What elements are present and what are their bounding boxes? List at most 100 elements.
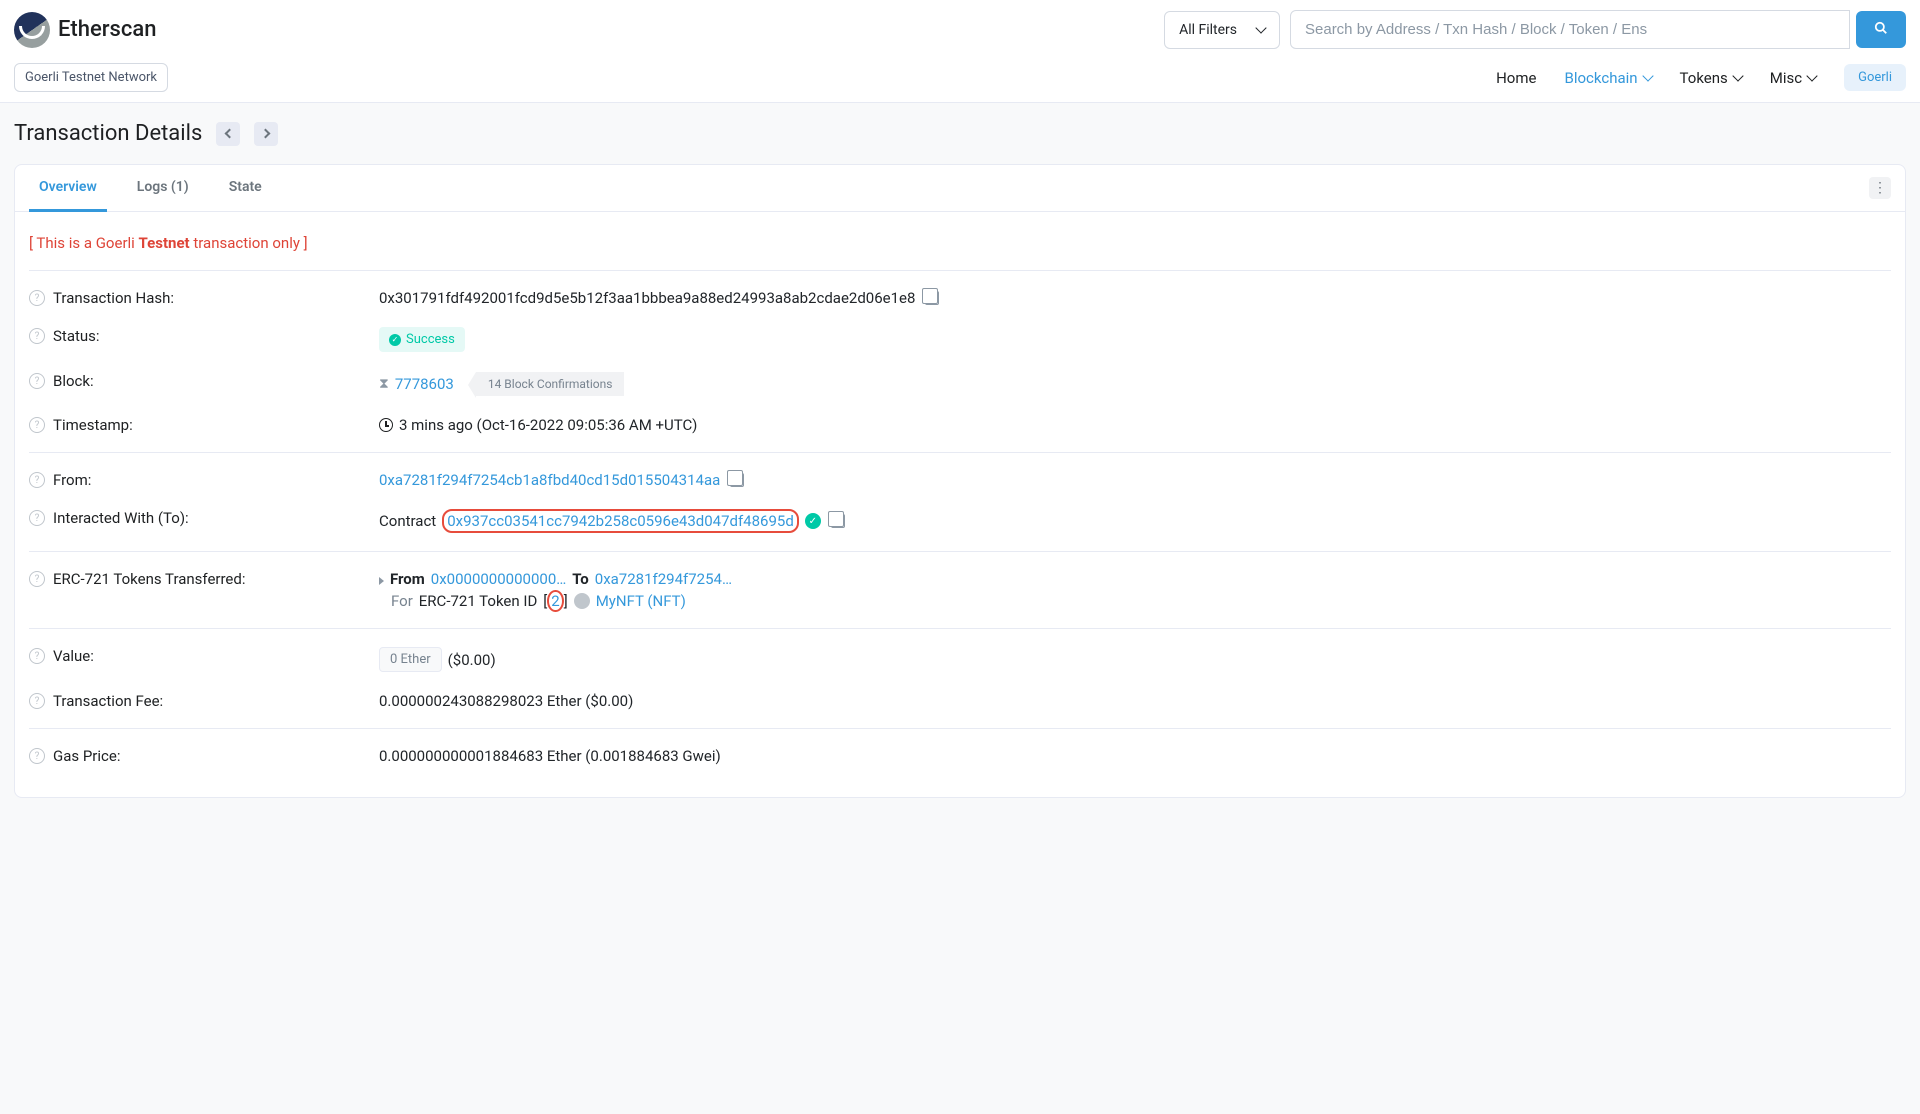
row-to: ?Interacted With (To): Contract 0x937cc0… [29,499,1891,543]
block-number-link[interactable]: 7778603 [395,375,454,393]
label-value: Value: [53,647,94,665]
status-badge: ✓ Success [379,327,465,352]
highlight-annotation: 0x937cc03541cc7942b258c0596e43d047df4869… [442,509,799,533]
confirmations-badge: 14 Block Confirmations [476,372,625,396]
transfer-block: From 0x0000000000000… To 0xa7281f294f725… [379,570,732,610]
label-gas: Gas Price: [53,747,120,765]
row-block: ? Block: ⧗ 7778603 14 Block Confirmations [29,362,1891,406]
label-status: Status: [53,327,100,345]
section-erc721: ? ERC-721 Tokens Transferred: From 0x0000… [29,551,1891,628]
transfer-to-link[interactable]: 0xa7281f294f7254… [595,570,732,588]
next-txn-button[interactable] [254,122,278,146]
clock-icon [379,418,393,432]
row-gas: ? Gas Price: 0.000000000001884683 Ether (… [29,737,1891,775]
timestamp-value: 3 mins ago (Oct-16-2022 09:05:36 AM +UTC… [399,416,697,434]
page-header: Transaction Details [0,103,1920,164]
to-label: To [572,570,589,588]
chevron-down-icon [1806,70,1817,81]
chevron-down-icon [1255,22,1266,33]
goerli-network-badge[interactable]: Goerli [1844,64,1906,91]
token-name-link[interactable]: MyNFT (NFT) [596,592,686,610]
to-address-link[interactable]: 0x937cc03541cc7942b258c0596e43d047df4869… [447,512,794,530]
help-icon[interactable]: ? [29,693,45,709]
row-erc721: ? ERC-721 Tokens Transferred: From 0x0000… [29,560,1891,620]
tab-bar: Overview Logs (1) State ⋮ [15,165,1905,212]
row-from: ? From: 0xa7281f294f7254cb1a8fbd40cd15d01… [29,461,1891,499]
testnet-notice: [ This is a Goerli Testnet transaction o… [29,226,1891,270]
help-icon[interactable]: ? [29,648,45,664]
nav-home[interactable]: Home [1496,69,1536,87]
row-value: ? Value: 0 Ether ($0.00) [29,637,1891,682]
copy-icon[interactable] [831,514,845,528]
section-fees: ? Value: 0 Ether ($0.00) ? Transaction Fee… [29,628,1891,728]
caret-right-icon [379,577,384,585]
from-label: From [390,570,425,588]
usd-value: ($0.00) [448,651,496,669]
filter-label: All Filters [1179,22,1237,38]
ether-value-badge: 0 Ether [379,647,442,672]
main-card: Overview Logs (1) State ⋮ [ This is a Go… [14,164,1906,798]
header-top-row: Etherscan All Filters [0,0,1920,59]
tab-state[interactable]: State [219,165,272,212]
search-button[interactable] [1856,11,1906,48]
row-fee: ? Transaction Fee: 0.000000243088298023 E… [29,682,1891,720]
nav-blockchain[interactable]: Blockchain [1564,69,1651,87]
section-basic: ? Transaction Hash: 0x301791fdf492001fcd9… [29,270,1891,452]
transfer-from-link[interactable]: 0x0000000000000… [431,570,567,588]
copy-icon[interactable] [925,291,939,305]
row-txhash: ? Transaction Hash: 0x301791fdf492001fcd9… [29,279,1891,317]
fee-value: 0.000000243088298023 Ether ($0.00) [379,692,633,710]
chevron-down-icon [1642,70,1653,81]
help-icon[interactable]: ? [29,417,45,433]
token-type-label: ERC-721 Token ID [419,592,538,610]
chevron-left-icon [224,129,234,139]
check-circle-icon: ✓ [389,334,401,346]
highlight-annotation: 2 [547,590,563,612]
verified-icon: ✓ [805,513,821,529]
txhash-value: 0x301791fdf492001fcd9d5e5b12f3aa1bbbea9a… [379,289,915,307]
main-nav: Home Blockchain Tokens Misc Goerli [1496,64,1906,91]
copy-icon[interactable] [730,473,744,487]
for-label: For [391,592,413,610]
token-icon [574,593,590,609]
network-badge: Goerli Testnet Network [14,63,168,92]
label-block: Block: [53,372,94,390]
brand-name: Etherscan [58,17,156,42]
section-gas: ? Gas Price: 0.000000000001884683 Ether (… [29,728,1891,783]
search-icon [1874,21,1888,35]
etherscan-logo-icon [14,12,50,48]
section-addresses: ? From: 0xa7281f294f7254cb1a8fbd40cd15d01… [29,452,1891,551]
label-timestamp: Timestamp: [53,416,133,434]
help-icon[interactable]: ? [29,328,45,344]
prev-txn-button[interactable] [216,122,240,146]
search-filter-dropdown[interactable]: All Filters [1164,11,1280,49]
nav-misc[interactable]: Misc [1770,69,1816,87]
from-address-link[interactable]: 0xa7281f294f7254cb1a8fbd40cd15d015504314… [379,471,720,489]
tab-logs[interactable]: Logs (1) [127,165,199,212]
help-icon[interactable]: ? [29,373,45,389]
label-txhash: Transaction Hash: [53,289,174,307]
label-from: From: [53,471,91,489]
card-body: [ This is a Goerli Testnet transaction o… [15,212,1905,797]
gas-value: 0.000000000001884683 Ether (0.001884683 … [379,747,721,765]
nav-tokens[interactable]: Tokens [1680,69,1742,87]
label-erc721: ERC-721 Tokens Transferred: [53,570,245,588]
tab-more-button[interactable]: ⋮ [1869,177,1891,199]
search-input[interactable] [1290,10,1850,49]
row-timestamp: ? Timestamp: 3 mins ago (Oct-16-2022 09:0… [29,406,1891,444]
header-bottom-row: Goerli Testnet Network Home Blockchain T… [0,59,1920,102]
row-status: ? Status: ✓ Success [29,317,1891,362]
token-id-link[interactable]: 2 [551,592,559,610]
help-icon[interactable]: ? [29,510,45,526]
help-icon[interactable]: ? [29,748,45,764]
label-fee: Transaction Fee: [53,692,163,710]
tab-overview[interactable]: Overview [29,165,107,212]
help-icon[interactable]: ? [29,472,45,488]
help-icon[interactable]: ? [29,571,45,587]
page-title: Transaction Details [14,121,202,146]
help-icon[interactable]: ? [29,290,45,306]
hourglass-icon: ⧗ [379,376,389,392]
contract-prefix: Contract [379,512,436,530]
brand-logo[interactable]: Etherscan [14,12,156,48]
site-header: Etherscan All Filters Goerli Testnet Net… [0,0,1920,103]
